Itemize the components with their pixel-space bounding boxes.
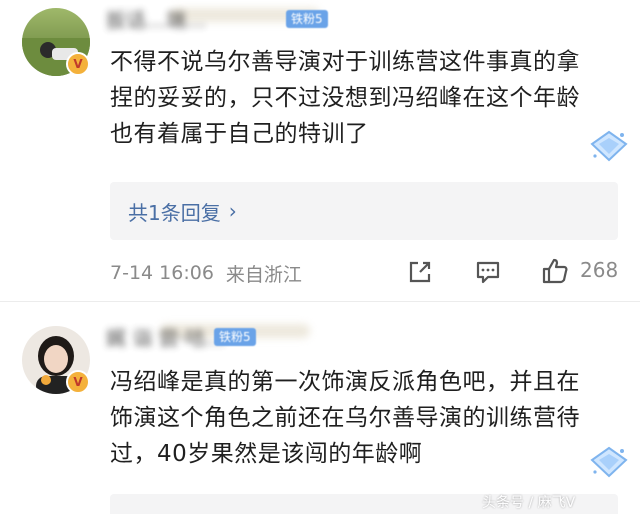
comment-item: V 扳话…端… 铁粉5 不得不说乌尔善导演对于训练营这件事真的拿捏的妥妥的，只不…	[0, 0, 640, 302]
comment-text: 冯绍峰是真的第一次饰演反派角色吧，并且在饰演这个角色之前还在乌尔善导演的训练营待…	[110, 369, 580, 467]
comment-feed: V 扳话…端… 铁粉5 不得不说乌尔善导演对于训练营这件事真的拿捏的妥妥的，只不…	[0, 0, 640, 514]
username[interactable]: 扳话…端…	[106, 4, 276, 32]
replies-label: 共1条回复	[128, 200, 221, 225]
share-icon[interactable]	[406, 258, 434, 286]
comment-item: V 娓 诣 尝·咕… 铁粉5 冯绍峰是真的第一次饰演反派角色吧，并且在饰演这个角…	[0, 302, 640, 514]
chevron-right-icon: ›	[228, 199, 237, 223]
fan-badge: 铁粉5	[214, 328, 256, 346]
comment-time: 7-14 16:06	[110, 262, 214, 284]
thumbs-up-icon[interactable]	[540, 256, 570, 286]
comment-icon[interactable]	[474, 258, 502, 286]
diamond-icon	[590, 130, 628, 162]
verified-badge-icon: V	[66, 52, 90, 76]
like-count: 268	[580, 258, 619, 282]
fan-badge: 铁粉5	[286, 10, 328, 28]
comment-text: 不得不说乌尔善导演对于训练营这件事真的拿捏的妥妥的，只不过没想到冯绍峰在这个年龄…	[110, 49, 580, 147]
verified-badge-icon: V	[66, 370, 90, 394]
replies-link[interactable]: 共1条回复 ›	[110, 182, 618, 240]
diamond-icon	[590, 446, 628, 478]
watermark: 头条号 / 麻飞V	[482, 495, 576, 511]
comment-location: 来自浙江	[225, 263, 302, 286]
